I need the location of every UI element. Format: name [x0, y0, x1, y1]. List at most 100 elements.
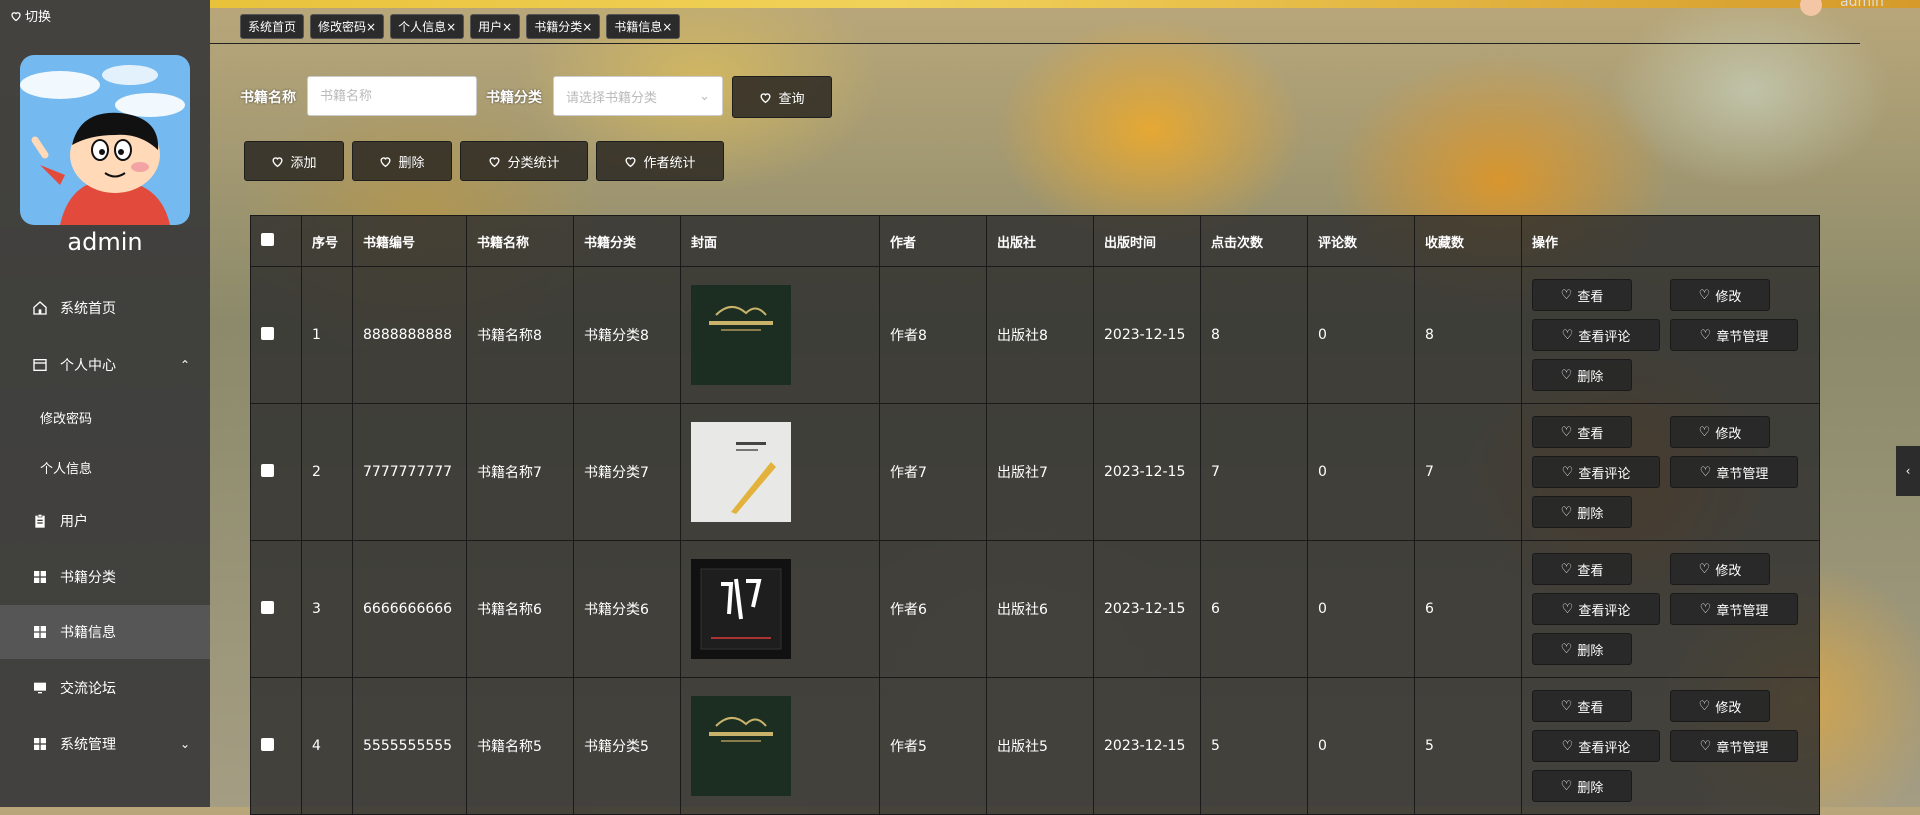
home-icon: [33, 301, 47, 315]
heart-icon: ♡: [1698, 561, 1711, 577]
add-button[interactable]: 添加: [244, 141, 344, 181]
cell-favorites: 5: [1414, 677, 1522, 815]
view-comments-button[interactable]: ♡ 查看评论: [1532, 730, 1660, 762]
header-avatar[interactable]: [1800, 0, 1822, 16]
sidebar-item-label: 用户: [60, 514, 88, 530]
edit-label: 修改: [1715, 426, 1742, 442]
heart-icon: ♡: [1699, 327, 1712, 343]
cell-clicks: 7: [1200, 403, 1308, 541]
sidebar-item-system-management[interactable]: 系统管理 ⌄: [0, 717, 210, 771]
heart-icon: [625, 156, 636, 167]
row-delete-button[interactable]: ♡ 删除: [1532, 770, 1632, 802]
chapters-button[interactable]: ♡ 章节管理: [1670, 456, 1798, 488]
row-checkbox[interactable]: [261, 326, 274, 340]
cell-date: 2023-12-15: [1093, 677, 1201, 815]
tab-bar: 系统首页 修改密码× 个人信息× 用户× 书籍分类× 书籍信息×: [240, 14, 681, 39]
cell-date: 2023-12-15: [1093, 266, 1201, 404]
sidebar-item-users[interactable]: 用户: [0, 494, 210, 548]
view-comments-label: 查看评论: [1578, 466, 1631, 482]
tab-change-password[interactable]: 修改密码×: [310, 14, 385, 39]
switch-button[interactable]: 切换: [10, 6, 51, 25]
sidebar-subitem-change-password[interactable]: 修改密码: [40, 408, 92, 427]
chapters-label: 章节管理: [1716, 740, 1769, 756]
view-button[interactable]: ♡ 查看: [1532, 553, 1632, 585]
tab-users[interactable]: 用户×: [470, 14, 521, 39]
sidebar-item-home[interactable]: 系统首页: [0, 281, 210, 335]
tab-book-info[interactable]: 书籍信息×: [606, 14, 681, 39]
cell-code: 5555555555: [352, 677, 467, 815]
delete-button[interactable]: 删除: [352, 141, 452, 181]
book-category-select[interactable]: 请选择书籍分类 ⌄: [553, 76, 723, 116]
edit-button[interactable]: ♡ 修改: [1670, 690, 1770, 722]
sidebar-subitem-personal-info[interactable]: 个人信息: [40, 458, 92, 477]
sidebar-item-book-category[interactable]: 书籍分类: [0, 550, 210, 604]
tab-book-category[interactable]: 书籍分类×: [526, 14, 601, 39]
cell-code: 7777777777: [352, 403, 467, 541]
column-header: 序号: [301, 215, 353, 267]
edit-button[interactable]: ♡ 修改: [1670, 553, 1770, 585]
heart-icon: [380, 156, 391, 167]
view-label: 查看: [1577, 563, 1604, 579]
heart-icon: ♡: [1560, 641, 1573, 657]
chapters-button[interactable]: ♡ 章节管理: [1670, 319, 1798, 351]
column-header: 操作: [1521, 215, 1820, 267]
view-button[interactable]: ♡ 查看: [1532, 279, 1632, 311]
column-header: 书籍名称: [466, 215, 574, 267]
category-stats-button[interactable]: 分类统计: [460, 141, 588, 181]
query-button[interactable]: 查询: [732, 76, 832, 118]
author-stats-button[interactable]: 作者统计: [596, 141, 724, 181]
chapters-button[interactable]: ♡ 章节管理: [1670, 593, 1798, 625]
book-name-input[interactable]: [307, 76, 477, 116]
sidebar-item-label: 交流论坛: [60, 681, 116, 697]
heart-icon: ♡: [1561, 327, 1574, 343]
column-header: 评论数: [1307, 215, 1415, 267]
column-header: 书籍分类: [573, 215, 681, 267]
chevron-down-icon: ⌄: [699, 88, 710, 104]
view-button[interactable]: ♡ 查看: [1532, 690, 1632, 722]
heart-icon: ♡: [1699, 601, 1712, 617]
row-delete-button[interactable]: ♡ 删除: [1532, 633, 1632, 665]
cell-category: 书籍分类6: [573, 540, 681, 678]
edit-label: 修改: [1715, 700, 1742, 716]
delete-button-label: 删除: [398, 155, 425, 171]
tab-personal-info[interactable]: 个人信息×: [390, 14, 465, 39]
book-category-label: 书籍分类: [486, 90, 542, 106]
grid-icon: [34, 571, 46, 583]
edit-button[interactable]: ♡ 修改: [1670, 279, 1770, 311]
heart-icon: ♡: [1560, 287, 1573, 303]
avatar: [20, 55, 190, 225]
chapters-button[interactable]: ♡ 章节管理: [1670, 730, 1798, 762]
view-label: 查看: [1577, 700, 1604, 716]
select-all-checkbox[interactable]: [261, 232, 274, 246]
switch-label: 切换: [25, 10, 52, 25]
sidebar-item-personal-center[interactable]: 个人中心 ⌃: [0, 338, 210, 392]
tab-home[interactable]: 系统首页: [240, 14, 305, 39]
view-comments-button[interactable]: ♡ 查看评论: [1532, 593, 1660, 625]
heart-icon: ♡: [1699, 464, 1712, 480]
row-checkbox[interactable]: [261, 463, 274, 477]
cover-image: [691, 285, 791, 385]
view-comments-button[interactable]: ♡ 查看评论: [1532, 456, 1660, 488]
row-checkbox[interactable]: [261, 737, 274, 751]
edit-button[interactable]: ♡ 修改: [1670, 416, 1770, 448]
chevron-down-icon: ⌄: [179, 737, 190, 751]
column-header: 收藏数: [1414, 215, 1522, 267]
collapse-handle[interactable]: ‹: [1896, 446, 1920, 496]
view-button[interactable]: ♡ 查看: [1532, 416, 1632, 448]
cover-image: [691, 422, 791, 522]
row-checkbox[interactable]: [261, 600, 274, 614]
header-username[interactable]: admin: [1840, 0, 1884, 10]
table-row: 2 7777777777 书籍名称7 书籍分类7 作者7 出版社7 2023-1…: [250, 403, 1820, 541]
table-row: 4 5555555555 书籍名称5 书籍分类5 作者5 出版社5 2023-1…: [250, 677, 1820, 815]
sidebar-item-forum[interactable]: 交流论坛: [0, 661, 210, 715]
cell-comments: 0: [1307, 677, 1415, 815]
row-delete-button[interactable]: ♡ 删除: [1532, 496, 1632, 528]
sidebar-item-book-info[interactable]: 书籍信息: [0, 605, 210, 659]
view-label: 查看: [1577, 426, 1604, 442]
view-comments-button[interactable]: ♡ 查看评论: [1532, 319, 1660, 351]
heart-icon: ♡: [1561, 464, 1574, 480]
heart-icon: ♡: [1560, 698, 1573, 714]
cell-clicks: 8: [1200, 266, 1308, 404]
row-delete-button[interactable]: ♡ 删除: [1532, 359, 1632, 391]
cell-author: 作者8: [879, 266, 987, 404]
